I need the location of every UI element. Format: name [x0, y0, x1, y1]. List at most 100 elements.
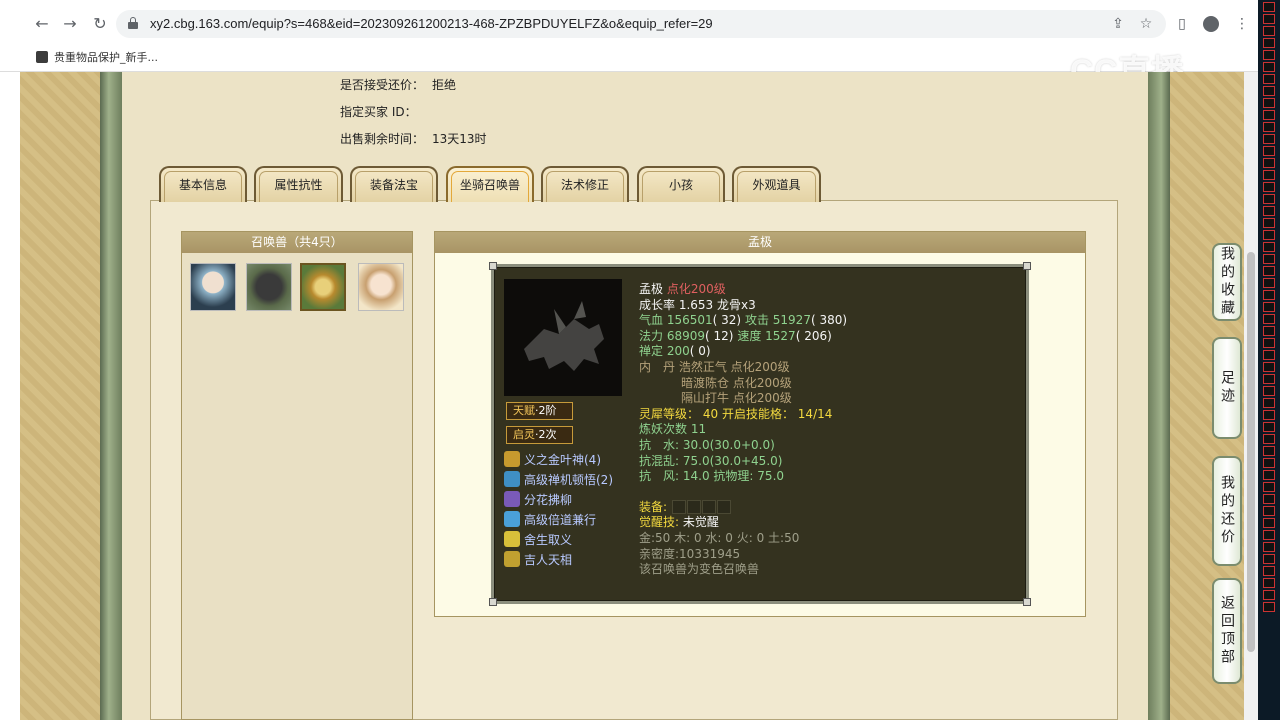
- left-edge: [0, 72, 20, 720]
- star-icon[interactable]: ☆: [1136, 14, 1156, 34]
- overlay-box: [1263, 290, 1275, 300]
- talent-value: ·2阶: [535, 404, 557, 417]
- tab-equipment[interactable]: 装备法宝: [350, 166, 438, 202]
- res-phys-value: 75.0: [757, 469, 785, 484]
- skill-item[interactable]: 分花拂柳: [504, 490, 572, 508]
- my-offers-button[interactable]: 我的还价: [1212, 456, 1242, 566]
- time-left-row: 出售剩余时间： 13天13时: [340, 130, 487, 147]
- pet-note: 该召唤兽为变色召唤兽: [639, 562, 760, 577]
- awaken-row: 觉醒技: 未觉醒: [639, 515, 847, 531]
- url-text[interactable]: xy2.cbg.163.com/equip?s=468&eid=20230926…: [150, 16, 713, 31]
- scrollbar-thumb[interactable]: [1247, 252, 1255, 652]
- res-wind-value: 14.0: [682, 469, 710, 484]
- card-corner: [1023, 598, 1031, 606]
- accept-counter-value: 拒绝: [432, 78, 457, 92]
- skill-item[interactable]: 舍生取义: [504, 530, 572, 548]
- skill-name: 高级禅机顿悟(2): [524, 472, 613, 487]
- flower-willow-icon: [504, 491, 520, 507]
- page-scrollbar[interactable]: [1244, 72, 1258, 720]
- res-wind-row: 抗 风: 14.0 抗物理: 75.0: [639, 469, 847, 485]
- footprint-button[interactable]: 足迹: [1212, 337, 1242, 439]
- my-favorites-button[interactable]: 我的收藏: [1212, 243, 1242, 321]
- equip-slot[interactable]: [701, 500, 716, 515]
- lock-icon[interactable]: [128, 17, 138, 29]
- overlay-box: [1263, 122, 1275, 132]
- pet-thumbnail-selected[interactable]: [300, 263, 346, 311]
- equip-row: 装备:: [639, 500, 847, 516]
- tab-children[interactable]: 小孩: [637, 166, 725, 202]
- overlay-box: [1263, 38, 1275, 48]
- back-icon[interactable]: ←: [32, 14, 52, 34]
- skill-item[interactable]: 高级倍道兼行: [504, 510, 596, 528]
- share-icon[interactable]: ⇪: [1108, 14, 1128, 34]
- pet-thumbnail[interactable]: [190, 263, 236, 311]
- zen-insight-icon: [504, 471, 520, 487]
- overlay-box: [1263, 182, 1275, 192]
- overlay-box: [1263, 314, 1275, 324]
- tab-attributes[interactable]: 属性抗性: [254, 166, 343, 202]
- overlay-box: [1263, 482, 1275, 492]
- talent-label: 天赋: [513, 404, 535, 417]
- zen-extra: ( 0): [689, 344, 711, 359]
- overlay-box: [1263, 458, 1275, 468]
- card-corner: [489, 598, 497, 606]
- mp-extra: ( 12): [705, 328, 734, 343]
- equip-slot[interactable]: [716, 500, 731, 515]
- awaken-value: 未觉醒: [682, 515, 719, 530]
- overlay-box: [1263, 98, 1275, 108]
- overlay-box: [1263, 206, 1275, 216]
- forward-icon[interactable]: →: [60, 14, 80, 34]
- skill-slots-label: 开启技能格：: [721, 406, 794, 421]
- address-bar[interactable]: xy2.cbg.163.com/equip?s=468&eid=20230926…: [116, 10, 1166, 38]
- overlay-box: [1263, 350, 1275, 360]
- overlay-box: [1263, 146, 1275, 156]
- overlay-box: [1263, 602, 1275, 612]
- card-corner: [489, 262, 497, 270]
- skill-name: 义之金叶神(4): [524, 452, 601, 467]
- neidan-item: 隔山打牛 点化200级: [681, 391, 792, 406]
- reload-icon[interactable]: ↻: [90, 14, 110, 34]
- bookmark-item[interactable]: 贵重物品保护_新手...: [36, 47, 158, 67]
- overlay-box: [1263, 338, 1275, 348]
- atk-label: 攻击: [744, 313, 769, 328]
- equip-slot[interactable]: [686, 500, 701, 515]
- pet-thumbnail[interactable]: [358, 263, 404, 311]
- res-water-value: 30.0(30.0+0.0): [682, 437, 775, 452]
- overlay-box: [1263, 530, 1275, 540]
- neidan-item: 浩然正气 点化200级: [678, 359, 790, 374]
- pet-detail-title: 孟极: [435, 232, 1085, 253]
- tab-mounts-pets[interactable]: 坐骑召唤兽: [446, 166, 534, 202]
- fortune-icon: [504, 551, 520, 567]
- refine-value: 11: [690, 422, 707, 437]
- pet-growth: 成长率 1.653 龙骨x3: [639, 297, 756, 312]
- overlay-box: [1263, 218, 1275, 228]
- overlay-box: [1263, 566, 1275, 576]
- pet-list-title: 召唤兽（共4只）: [182, 232, 412, 253]
- talent-badge: 天赋·2阶: [506, 402, 573, 420]
- tab-basic-info[interactable]: 基本信息: [159, 166, 247, 202]
- back-to-top-button[interactable]: 返回顶部: [1212, 578, 1242, 684]
- skill-item[interactable]: 高级禅机顿悟(2): [504, 470, 613, 488]
- menu-icon[interactable]: ⋮: [1232, 14, 1252, 34]
- tab-spell-mod[interactable]: 法术修正: [541, 166, 629, 202]
- bookmark-label: 贵重物品保护_新手...: [54, 51, 158, 64]
- overlay-box: [1263, 266, 1275, 276]
- sidepanel-icon[interactable]: ▯: [1172, 14, 1192, 34]
- overlay-box: [1263, 434, 1275, 444]
- overlay-box: [1263, 26, 1275, 36]
- overlay-box: [1263, 74, 1275, 84]
- equip-slot[interactable]: [671, 500, 686, 515]
- skill-name: 分花拂柳: [524, 492, 573, 507]
- skill-item[interactable]: 吉人天相: [504, 550, 572, 568]
- overlay-box: [1263, 578, 1275, 588]
- profile-icon[interactable]: [1203, 16, 1219, 32]
- tab-appearance[interactable]: 外观道具: [732, 166, 821, 202]
- overlay-box: [1263, 374, 1275, 384]
- atk-value: 51927: [772, 313, 811, 328]
- pet-thumbnail[interactable]: [246, 263, 292, 311]
- skill-item[interactable]: 义之金叶神(4): [504, 450, 601, 468]
- neidan-label: 内 丹: [639, 359, 676, 374]
- overlay-box: [1263, 542, 1275, 552]
- name-row: 孟极 点化200级: [639, 282, 847, 298]
- spirit-level-label: 灵犀等级：: [639, 406, 700, 421]
